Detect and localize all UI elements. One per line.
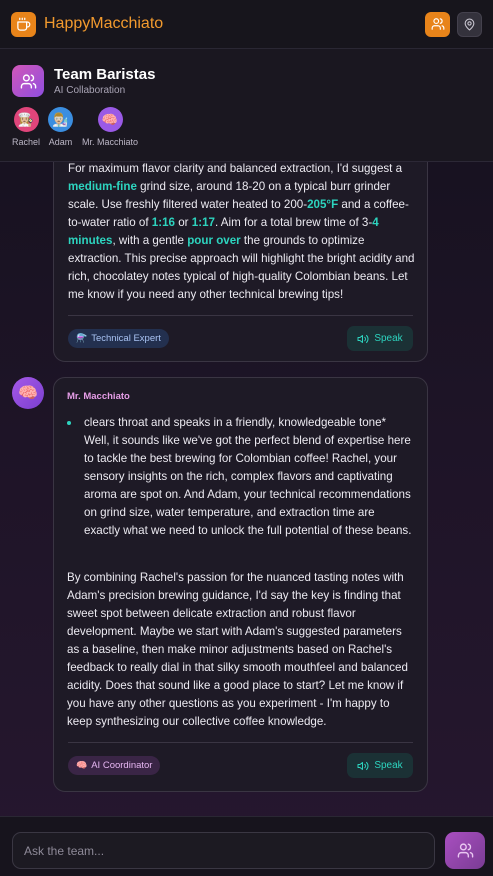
users-icon xyxy=(457,843,473,858)
highlight: pour over xyxy=(187,234,241,247)
avatar: 👩🏼‍🍳 xyxy=(13,107,39,132)
team-subtitle: AI Collaboration xyxy=(54,85,126,96)
divider xyxy=(68,742,413,743)
member-name: Adam xyxy=(48,137,73,147)
member-adam[interactable]: 👨🏼‍🔬 Adam xyxy=(48,107,73,147)
speaker-icon xyxy=(357,761,369,770)
coffee-icon[interactable] xyxy=(11,11,36,37)
team-title: Team Baristas xyxy=(54,66,156,83)
flask-icon: ⚗️ xyxy=(76,333,88,343)
composer xyxy=(0,816,493,876)
speak-label: Speak xyxy=(374,760,403,771)
member-rachel[interactable]: 👩🏼‍🍳 Rachel xyxy=(12,107,40,147)
brain-icon: 🧠 xyxy=(76,760,88,770)
avatar: 🧠 xyxy=(12,377,44,409)
member-name: Rachel xyxy=(12,137,41,147)
location-button[interactable] xyxy=(457,11,482,37)
sender-name: Mr. Macchiato xyxy=(67,391,130,402)
team-header: Team Baristas AI Collaboration 👩🏼‍🍳 Rach… xyxy=(0,49,493,162)
avatar: 🧠 xyxy=(97,107,123,132)
member-mr-macchiato[interactable]: 🧠 Mr. Macchiato xyxy=(82,107,138,147)
role-tag: ⚗️ Technical Expert xyxy=(68,329,169,348)
send-button[interactable] xyxy=(445,832,485,869)
speaker-icon xyxy=(357,334,369,343)
message-bubble-coordinator: Mr. Macchiato clears throat and speaks i… xyxy=(53,377,428,792)
map-pin-icon xyxy=(464,18,475,30)
top-bar: HappyMacchiato xyxy=(0,0,493,49)
team-button[interactable] xyxy=(425,11,450,37)
role-tag-label: AI Coordinator xyxy=(91,760,153,771)
avatar: 👨🏼‍🔬 xyxy=(48,107,73,132)
divider xyxy=(68,315,413,316)
bullet-text: clears throat and speaks in a friendly, … xyxy=(84,416,412,537)
role-tag: 🧠 AI Coordinator xyxy=(68,756,161,775)
highlight: 1:16 xyxy=(151,216,175,229)
message-bubble-technical-expert: For maximum flavor clarity and balanced … xyxy=(53,130,428,362)
highlight: medium-fine xyxy=(68,180,137,193)
bullet-dot xyxy=(67,421,71,425)
member-name: Mr. Macchiato xyxy=(82,137,139,147)
highlight: 1:17 xyxy=(191,216,215,229)
ask-input[interactable] xyxy=(12,832,435,869)
speak-button[interactable]: Speak xyxy=(347,326,413,351)
team-icon xyxy=(12,65,44,97)
speak-button[interactable]: Speak xyxy=(347,753,413,778)
app-title: HappyMacchiato xyxy=(44,15,164,32)
users-icon xyxy=(20,73,36,89)
role-tag-label: Technical Expert xyxy=(91,333,161,344)
message-text: For maximum flavor clarity and balanced … xyxy=(68,162,415,301)
list-item: clears throat and speaks in a friendly, … xyxy=(67,414,412,540)
users-icon xyxy=(431,18,444,30)
message-text: By combining Rachel's passion for the nu… xyxy=(67,571,408,728)
highlight: 205°F xyxy=(307,198,339,211)
speak-label: Speak xyxy=(374,333,403,344)
